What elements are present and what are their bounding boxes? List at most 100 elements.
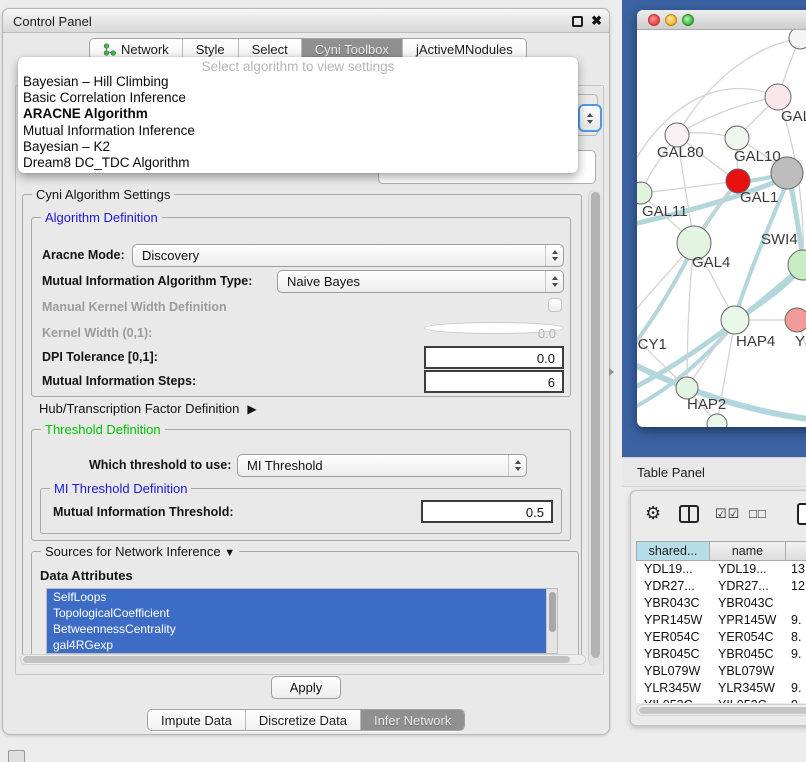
table-row[interactable]: YER054CYER054C8. <box>636 629 806 646</box>
collapse-right-icon: ▶ <box>247 402 256 416</box>
node-label: GAL10 <box>734 148 781 165</box>
network-node-gal11[interactable] <box>637 182 652 204</box>
scrollbar-thumb[interactable] <box>549 592 556 632</box>
network-node-gal10[interactable] <box>725 126 749 150</box>
which-threshold-combo[interactable]: MI Threshold <box>237 454 527 477</box>
data-attributes-label: Data Attributes <box>40 568 133 583</box>
tab-impute-data[interactable]: Impute Data <box>148 710 245 730</box>
table-row[interactable]: YPR145WYPR145W9. <box>636 612 806 629</box>
table-row[interactable]: YBR043CYBR043C <box>636 595 806 612</box>
network-window: GAL GAL80 GAL10 GAL1 GAL11 SWI4 GAL4 HAP… <box>637 10 806 427</box>
columns-icon[interactable] <box>679 505 699 523</box>
apply-button[interactable]: Apply <box>271 676 341 699</box>
dpi-tolerance-label: DPI Tolerance [0,1]: <box>42 350 158 364</box>
tab-jactivemnodules[interactable]: jActiveMNodules <box>402 39 526 59</box>
mi-threshold-field[interactable]: 0.5 <box>421 500 553 523</box>
table-row[interactable]: YLR345WYLR345W9. <box>636 680 806 697</box>
dpi-tolerance-field[interactable]: 0.0 <box>424 346 564 369</box>
control-panel-titlebar[interactable]: Control Panel ✖ <box>3 9 609 33</box>
table-panel-window: ⚙ ☑☑ □□ shared... name YDL19...YDL19...1… <box>630 490 806 726</box>
combo-spinner-icon <box>508 455 526 476</box>
network-window-titlebar[interactable] <box>637 10 806 30</box>
list-vertical-scrollbar <box>546 589 557 653</box>
deselect-all-icon[interactable]: □□ <box>749 506 767 521</box>
combo-spinner-icon <box>545 245 563 266</box>
network-node-gal-cut[interactable] <box>765 84 791 110</box>
algorithm-option[interactable]: Dream8 DC_TDC Algorithm <box>18 155 578 171</box>
node-label: Y <box>795 333 805 350</box>
node-label: SWI4 <box>761 231 798 248</box>
list-item[interactable]: gal4RGexp <box>47 637 557 653</box>
table-row[interactable]: YDR27...YDR27...12 <box>636 578 806 595</box>
node-label: GAL80 <box>657 144 704 161</box>
table-row[interactable]: YIL053CYIL053C9 <box>636 697 806 703</box>
minimize-traffic-light[interactable] <box>665 14 677 26</box>
algorithm-option-highlighted[interactable]: ARACNE Algorithm <box>18 106 578 122</box>
mi-steps-field[interactable]: 6 <box>424 370 564 393</box>
hub-transcription-factor-toggle[interactable]: Hub/Transcription Factor Definition▶ <box>39 401 257 416</box>
scrollbar-thumb[interactable] <box>591 192 600 658</box>
desktop: Control Panel ✖ Network Style Select Cyn… <box>0 0 806 762</box>
aracne-mode-combo[interactable]: Discovery <box>132 244 564 267</box>
algorithm-option[interactable]: Mutual Information Inference <box>18 123 578 139</box>
network-node-y-cut[interactable] <box>785 308 806 332</box>
tab-style[interactable]: Style <box>182 39 238 59</box>
settings-scroll-panel: Cyni Algorithm Settings Algorithm Defini… <box>15 85 604 675</box>
zoom-traffic-light[interactable] <box>682 14 694 26</box>
column-header-cut[interactable] <box>786 541 806 561</box>
sources-group-title: Sources for Network Inference ▼ <box>41 544 239 559</box>
node-table: shared... name YDL19...YDL19...13 YDR27.… <box>636 541 806 703</box>
kernel-width-field[interactable]: 0.0 <box>424 322 564 334</box>
manual-kernel-width-checkbox[interactable] <box>548 298 562 312</box>
expand-down-icon[interactable]: ▼ <box>224 547 235 559</box>
mi-steps-label: Mutual Information Steps: <box>42 374 196 388</box>
column-header-name[interactable]: name <box>710 541 786 561</box>
new-table-icon[interactable] <box>797 503 806 525</box>
network-view-area: GAL GAL80 GAL10 GAL1 GAL11 SWI4 GAL4 HAP… <box>622 0 806 457</box>
tab-select[interactable]: Select <box>238 39 301 59</box>
threshold-definition-group: Threshold Definition Which threshold to … <box>31 429 571 541</box>
tab-cyni-toolbox[interactable]: Cyni Toolbox <box>301 39 402 59</box>
network-node-top[interactable] <box>789 30 806 49</box>
select-all-icon[interactable]: ☑☑ <box>715 506 740 522</box>
algorithm-option[interactable]: Bayesian – K2 <box>18 139 578 155</box>
node-label: GAL4 <box>692 254 730 271</box>
focused-combo-spinner-fragment[interactable] <box>578 104 602 132</box>
collapsed-panel-icon[interactable] <box>8 750 25 762</box>
algorithm-dropdown-popup: Select algorithm to view settings Bayesi… <box>18 57 578 173</box>
mi-algorithm-type-combo[interactable]: Naive Bayes <box>277 270 564 293</box>
cyni-settings-group-title: Cyni Algorithm Settings <box>32 187 174 202</box>
tab-discretize-data[interactable]: Discretize Data <box>245 710 360 730</box>
list-item[interactable]: TopologicalCoefficient <box>47 605 557 621</box>
network-canvas[interactable]: GAL GAL80 GAL10 GAL1 GAL11 SWI4 GAL4 HAP… <box>637 30 806 427</box>
tab-infer-network[interactable]: Infer Network <box>360 710 464 730</box>
gear-icon[interactable]: ⚙ <box>645 504 661 522</box>
close-icon[interactable]: ✖ <box>591 13 602 29</box>
table-row[interactable]: YBL079WYBL079W <box>636 663 806 680</box>
data-attributes-list: SelfLoops TopologicalCoefficient Between… <box>46 588 558 654</box>
float-panel-icon[interactable] <box>572 16 583 27</box>
close-traffic-light[interactable] <box>648 14 660 26</box>
table-row[interactable]: YDL19...YDL19...13 <box>636 561 806 578</box>
panel-divider-arrow-icon[interactable] <box>609 368 614 376</box>
algorithm-option[interactable]: Bayesian – Hill Climbing <box>18 74 578 90</box>
column-header-shared[interactable]: shared... <box>636 541 710 561</box>
list-item[interactable]: BetweennessCentrality <box>47 621 557 637</box>
tab-network[interactable]: Network <box>90 39 182 59</box>
scrollbar-thumb[interactable] <box>639 707 806 714</box>
table-row[interactable]: YBR045CYBR045C9. <box>636 646 806 663</box>
node-label: GAL <box>781 108 806 125</box>
table-header-row: shared... name <box>636 541 806 561</box>
tab-network-label: Network <box>121 42 169 57</box>
sources-group: Sources for Network Inference ▼ Data Att… <box>31 551 579 661</box>
aracne-mode-label: Aracne Mode: <box>42 248 125 262</box>
scrollbar-thumb[interactable] <box>23 656 570 663</box>
node-label: GCY1 <box>637 336 667 353</box>
control-panel-title: Control Panel <box>13 14 92 29</box>
algorithm-definition-title: Algorithm Definition <box>41 210 162 225</box>
list-item[interactable]: SelfLoops <box>47 589 557 605</box>
algorithm-option[interactable]: Basic Correlation Inference <box>18 90 578 106</box>
cyni-algorithm-settings-group: Cyni Algorithm Settings Algorithm Defini… <box>22 194 582 664</box>
mi-threshold-label: Mutual Information Threshold: <box>53 505 234 519</box>
network-node-hap4[interactable] <box>721 306 749 334</box>
